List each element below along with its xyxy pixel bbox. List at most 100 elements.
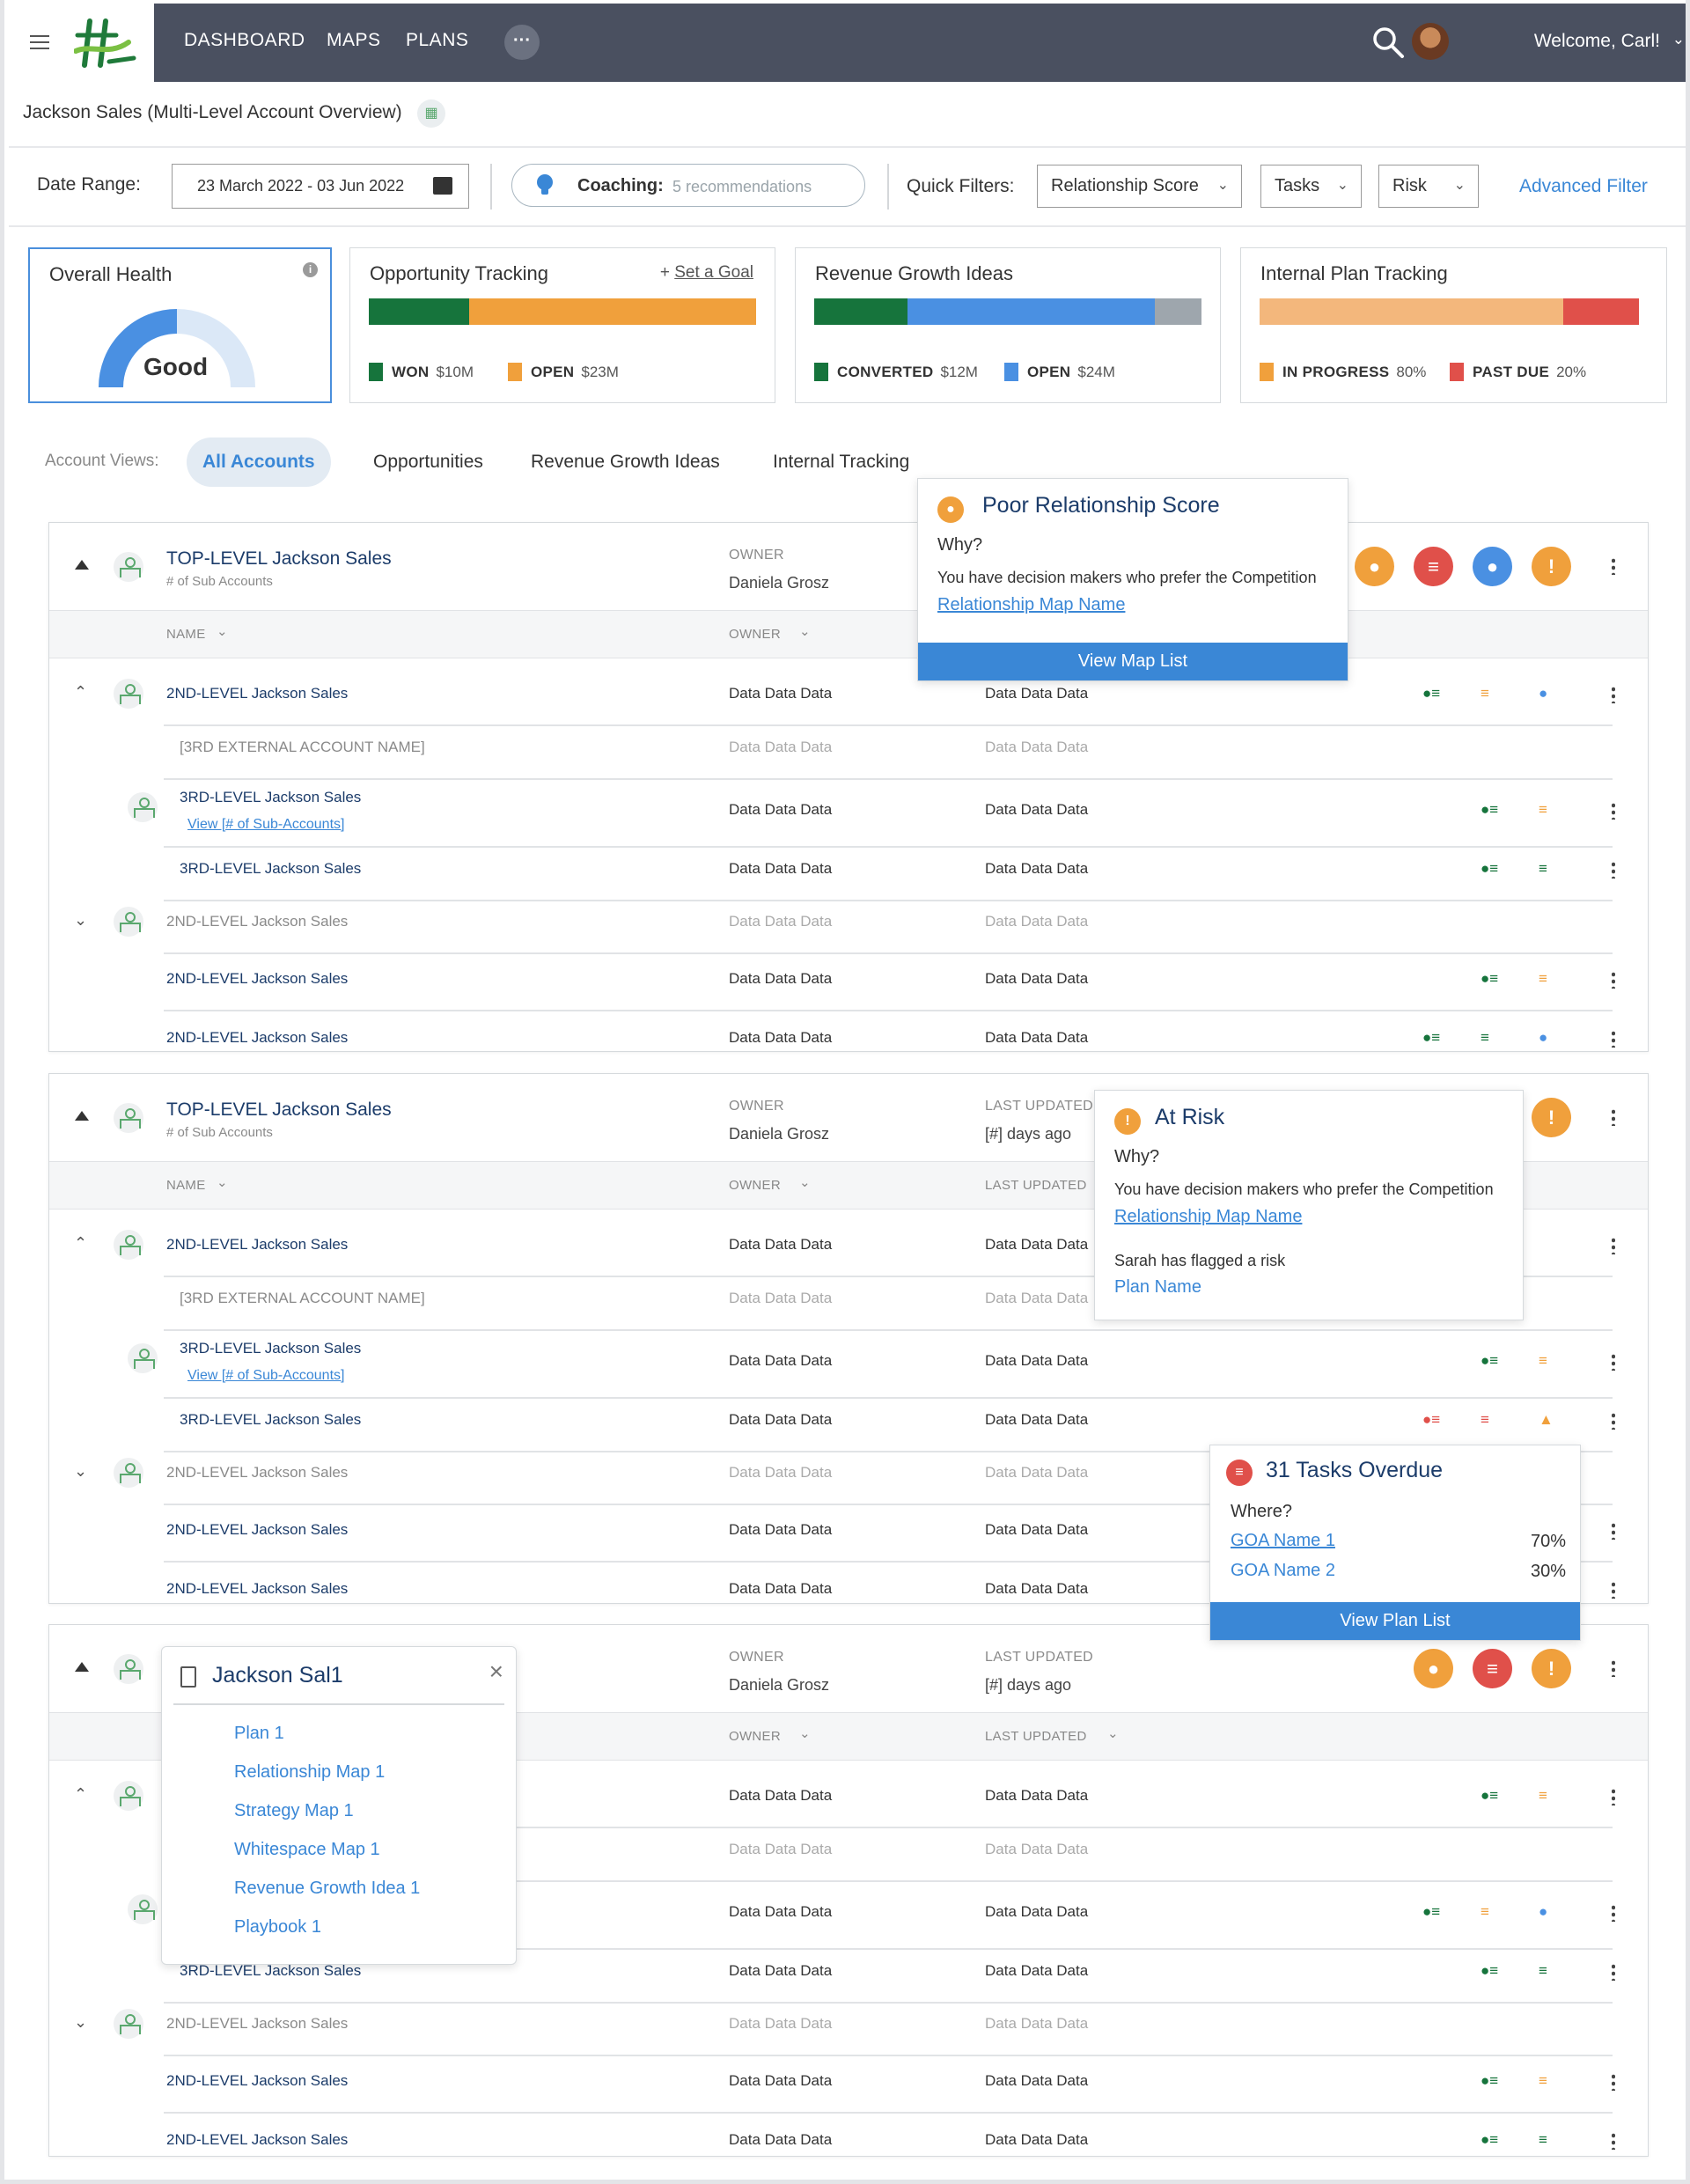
account-name[interactable]: 2ND-LEVEL Jackson Sales	[166, 913, 348, 930]
nav-maps[interactable]: MAPS	[327, 30, 381, 51]
nav-plans[interactable]: PLANS	[406, 30, 468, 51]
more-options-icon[interactable]	[1612, 1522, 1615, 1540]
column-last-updated[interactable]: LAST UPDATED	[985, 1729, 1087, 1744]
person-icon[interactable]: ●≡	[1422, 685, 1440, 702]
expand-icon[interactable]: ⌄	[74, 911, 87, 930]
search-icon[interactable]	[1370, 25, 1406, 60]
view-sub-accounts-link[interactable]: View [# of Sub-Accounts]	[187, 817, 344, 833]
column-owner[interactable]: OWNER	[729, 627, 781, 642]
account-name[interactable]: 2ND-LEVEL Jackson Sales	[166, 1521, 348, 1539]
table-row[interactable]: 2ND-LEVEL Jackson Sales Data Data Data Dat…	[49, 961, 1648, 1011]
table-row[interactable]: ⌄ 2ND-LEVEL Jackson Sales Data Data Data Da…	[49, 2006, 1648, 2056]
person-icon[interactable]: ●≡	[1481, 860, 1498, 878]
more-options-icon[interactable]	[1612, 1788, 1615, 1805]
set-goal-link[interactable]: + Set a Goal	[660, 263, 753, 283]
menu-item-strategy-map[interactable]: Strategy Map 1	[234, 1801, 354, 1821]
date-range-input[interactable]: 23 March 2022 - 03 Jun 2022	[172, 164, 469, 209]
tab-internal-tracking[interactable]: Internal Tracking	[757, 438, 925, 487]
table-row[interactable]: 2ND-LEVEL Jackson Sales Data Data Data Dat…	[49, 2063, 1648, 2114]
menu-item-revenue-growth-idea[interactable]: Revenue Growth Idea 1	[234, 1879, 420, 1899]
goa-link-2[interactable]: GOA Name 2	[1231, 1561, 1335, 1581]
org-chart-icon[interactable]	[114, 1103, 143, 1133]
more-options-icon[interactable]	[1612, 2132, 1615, 2150]
column-name[interactable]: NAME	[166, 627, 206, 642]
tab-all-accounts[interactable]: All Accounts	[187, 438, 331, 487]
sort-icon[interactable]: ⌄	[799, 1174, 811, 1190]
org-chart-icon[interactable]	[128, 1343, 158, 1373]
table-row[interactable]: 3RD-LEVEL Jackson Sales View [# of Sub-Ac…	[49, 780, 1648, 848]
checklist-icon[interactable]: ≡	[1539, 1352, 1547, 1370]
coaching-pill[interactable]: Coaching: 5 recommendations	[511, 164, 865, 207]
lightbulb-icon[interactable]: ●	[1539, 685, 1547, 702]
grid-view-icon[interactable]: ▦	[417, 99, 445, 128]
collapse-icon[interactable]: ⌃	[74, 683, 87, 702]
more-button[interactable]: ···	[504, 25, 540, 60]
plan-name-link[interactable]: Plan Name	[1114, 1277, 1201, 1298]
sort-icon[interactable]: ⌄	[799, 623, 811, 639]
org-chart-icon[interactable]	[114, 1654, 143, 1684]
checklist-icon[interactable]: ≡	[1481, 1411, 1489, 1429]
person-icon[interactable]: ●≡	[1422, 1411, 1440, 1429]
account-name[interactable]: 2ND-LEVEL Jackson Sales	[166, 2015, 348, 2033]
expand-icon[interactable]: ⌄	[74, 2013, 87, 2032]
account-name[interactable]: 2ND-LEVEL Jackson Sales	[166, 1029, 348, 1047]
lightbulb-icon[interactable]: ●	[1539, 1029, 1547, 1047]
more-options-icon[interactable]	[1612, 1237, 1615, 1254]
lightbulb-icon[interactable]: ●	[1539, 1903, 1547, 1921]
warning-icon[interactable]: !	[1532, 1649, 1571, 1688]
more-options-icon[interactable]	[1612, 971, 1615, 989]
org-chart-icon[interactable]	[128, 792, 158, 822]
more-options-icon[interactable]	[1612, 1108, 1615, 1126]
more-options-icon[interactable]	[1612, 2073, 1615, 2091]
org-chart-icon[interactable]	[114, 1458, 143, 1488]
table-row[interactable]: ⌃ 2ND-LEVEL Jackson Sales Data Data Data Da…	[49, 676, 1648, 726]
account-name[interactable]: 2ND-LEVEL Jackson Sales	[166, 970, 348, 988]
account-name[interactable]: [3RD EXTERNAL ACCOUNT NAME]	[180, 739, 425, 756]
section-title[interactable]: TOP-LEVEL Jackson Sales	[166, 548, 392, 570]
collapse-toggle-icon[interactable]	[75, 560, 89, 570]
org-chart-icon[interactable]	[128, 1894, 158, 1924]
view-map-list-button[interactable]: View Map List	[918, 643, 1348, 680]
table-row[interactable]: [3RD EXTERNAL ACCOUNT NAME] Data Data Dat…	[49, 730, 1648, 780]
expand-icon[interactable]: ⌄	[74, 1462, 87, 1481]
collapse-icon[interactable]: ⌃	[74, 1234, 87, 1253]
sort-icon[interactable]: ⌄	[217, 1174, 228, 1190]
table-row[interactable]: ⌄ 2ND-LEVEL Jackson Sales Data Data Data Da…	[49, 904, 1648, 954]
account-name[interactable]: [3RD EXTERNAL ACCOUNT NAME]	[180, 1290, 425, 1307]
more-options-icon[interactable]	[1612, 802, 1615, 820]
risk-filter[interactable]: Risk ⌄	[1378, 165, 1479, 208]
org-chart-icon[interactable]	[114, 1781, 143, 1811]
checklist-icon[interactable]: ≡	[1539, 1787, 1547, 1805]
account-name[interactable]: 3RD-LEVEL Jackson Sales	[180, 1340, 361, 1357]
more-options-icon[interactable]	[1612, 861, 1615, 879]
person-icon[interactable]: ●≡	[1481, 1352, 1498, 1370]
person-icon[interactable]: ●≡	[1481, 2072, 1498, 2090]
checklist-icon[interactable]: ≡	[1539, 801, 1547, 819]
sort-icon[interactable]: ⌄	[217, 623, 228, 639]
avatar[interactable]	[1412, 23, 1449, 60]
relationship-map-link[interactable]: Relationship Map Name	[937, 595, 1125, 615]
calendar-icon[interactable]	[433, 177, 452, 195]
revenue-growth-card[interactable]: Revenue Growth Ideas CONVERTED $12M OPEN $…	[795, 247, 1221, 403]
account-name[interactable]: 2ND-LEVEL Jackson Sales	[166, 1464, 348, 1482]
more-options-icon[interactable]	[1612, 1581, 1615, 1599]
person-icon[interactable]: ●≡	[1481, 1787, 1498, 1805]
menu-item-plan[interactable]: Plan 1	[234, 1724, 284, 1744]
checklist-icon[interactable]: ≡	[1481, 1903, 1489, 1921]
menu-item-relationship-map[interactable]: Relationship Map 1	[234, 1762, 385, 1783]
person-icon[interactable]: ●≡	[1422, 1903, 1440, 1921]
collapse-toggle-icon[interactable]	[75, 1662, 89, 1672]
tasks-filter[interactable]: Tasks ⌄	[1260, 165, 1362, 208]
more-options-icon[interactable]	[1612, 686, 1615, 703]
org-chart-icon[interactable]	[114, 2009, 143, 2039]
org-chart-icon[interactable]	[114, 1230, 143, 1260]
welcome-text[interactable]: Welcome, Carl!	[1534, 31, 1660, 52]
account-name[interactable]: 3RD-LEVEL Jackson Sales	[180, 1962, 361, 1980]
table-row[interactable]: 2ND-LEVEL Jackson Sales Data Data Data Dat…	[49, 1020, 1648, 1051]
checklist-icon[interactable]: ≡	[1539, 1962, 1547, 1980]
hamburger-menu-icon[interactable]	[30, 35, 49, 49]
lightbulb-icon[interactable]: ●	[1473, 547, 1512, 586]
account-name[interactable]: 3RD-LEVEL Jackson Sales	[180, 860, 361, 878]
opportunity-tracking-card[interactable]: Opportunity Tracking + Set a Goal WON $10…	[349, 247, 775, 403]
table-row[interactable]: 2ND-LEVEL Jackson Sales Data Data Data Dat…	[49, 2122, 1648, 2156]
